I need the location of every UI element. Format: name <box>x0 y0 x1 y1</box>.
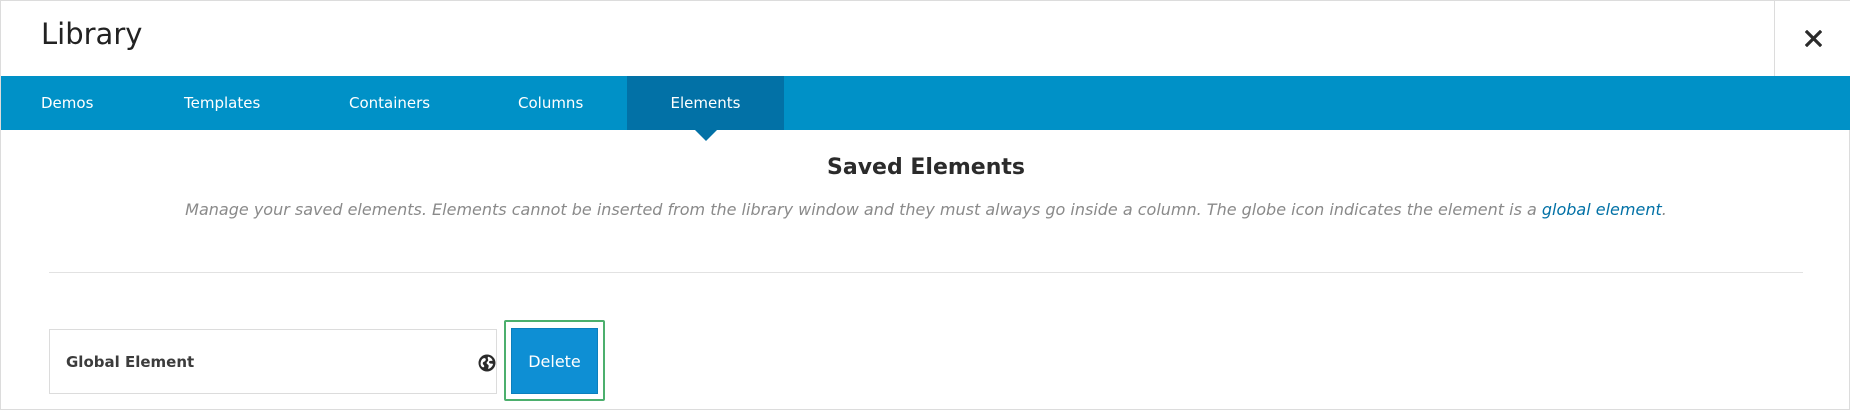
tab-columns[interactable]: Columns <box>518 76 618 130</box>
tab-label: Templates <box>184 94 261 112</box>
description-end: . <box>1661 200 1667 219</box>
divider <box>49 272 1803 273</box>
tab-demos[interactable]: Demos <box>41 76 131 130</box>
modal-header: Library <box>1 1 1850 76</box>
saved-element-label: Global Element <box>66 353 195 371</box>
tab-elements[interactable]: Elements <box>627 76 784 130</box>
tab-containers[interactable]: Containers <box>349 76 469 130</box>
tab-templates[interactable]: Templates <box>184 76 304 130</box>
section-description: Manage your saved elements. Elements can… <box>1 200 1850 219</box>
tab-label: Elements <box>670 94 741 112</box>
saved-element-item[interactable]: Global Element <box>49 329 497 394</box>
tab-label: Demos <box>41 94 94 112</box>
description-text: Manage your saved elements. Elements can… <box>185 200 1542 219</box>
library-tabs: Demos Templates Containers Columns Eleme… <box>1 76 1850 130</box>
delete-button[interactable]: Delete <box>511 328 598 394</box>
page-title: Library <box>41 17 143 51</box>
section-title: Saved Elements <box>827 155 1025 180</box>
global-element-link[interactable]: global element <box>1542 200 1662 219</box>
globe-icon <box>478 354 496 372</box>
library-modal: Library Demos Templates Containers Colum… <box>0 0 1850 410</box>
close-button[interactable] <box>1774 1 1850 76</box>
close-icon <box>1804 30 1822 47</box>
tab-label: Containers <box>349 94 431 112</box>
tab-label: Columns <box>518 94 584 112</box>
active-tab-indicator <box>695 130 717 141</box>
